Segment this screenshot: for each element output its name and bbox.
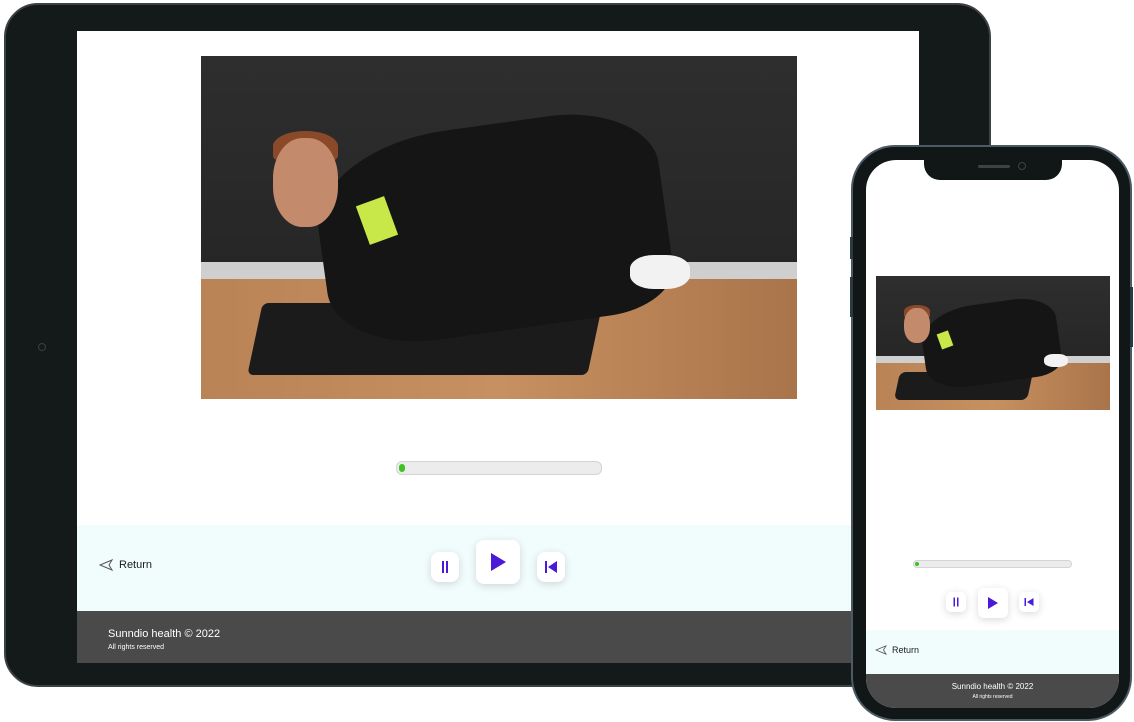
- footer-copyright: Sunndio health © 2022: [866, 682, 1119, 691]
- copyright-year: 2022: [1015, 682, 1034, 691]
- front-camera: [1018, 162, 1026, 170]
- pause-button[interactable]: [431, 552, 459, 582]
- phone-notch: [924, 160, 1062, 180]
- play-icon: [988, 597, 998, 609]
- tablet-screen: Return Sunndio health © 2022 All rights …: [77, 31, 919, 663]
- footer: Sunndio health © 2022 All rights reserve…: [77, 611, 919, 663]
- footer-rights: All rights reserved: [108, 644, 165, 651]
- skip-back-icon: [1024, 598, 1034, 606]
- play-icon: [491, 553, 506, 571]
- return-link[interactable]: Return: [875, 645, 919, 655]
- pause-button[interactable]: [946, 592, 966, 612]
- restart-button[interactable]: [537, 552, 565, 582]
- return-arrow-icon: [875, 645, 887, 655]
- return-arrow-icon: [99, 559, 113, 571]
- copyright-symbol: ©: [1007, 682, 1014, 691]
- play-button[interactable]: [476, 540, 520, 584]
- pause-icon: [442, 561, 448, 573]
- return-label: Return: [119, 559, 153, 571]
- skip-back-icon: [545, 561, 557, 573]
- copyright-year: 2022: [195, 628, 221, 640]
- control-bar: Return: [77, 525, 919, 611]
- video-progress-bar[interactable]: [396, 461, 602, 475]
- progress-fill: [915, 562, 919, 566]
- phone-screen: Return Sunndio health © 2022 All rights …: [866, 160, 1119, 708]
- company-name: Sunndio health: [951, 682, 1006, 691]
- progress-fill: [399, 464, 405, 472]
- return-label: Return: [892, 645, 920, 655]
- exercise-video[interactable]: [876, 276, 1110, 410]
- phone-power-button: [1130, 287, 1133, 347]
- phone-device: Return Sunndio health © 2022 All rights …: [850, 145, 1133, 721]
- tablet-camera: [38, 343, 46, 351]
- pause-icon: [953, 597, 959, 607]
- tablet-device: Return Sunndio health © 2022 All rights …: [4, 3, 991, 687]
- footer-rights: All rights reserved: [972, 694, 1013, 700]
- footer-copyright: Sunndio health © 2022: [108, 628, 220, 640]
- video-progress-bar[interactable]: [913, 560, 1072, 568]
- copyright-symbol: ©: [184, 628, 193, 640]
- phone-speaker: [978, 165, 1010, 168]
- return-link[interactable]: Return: [99, 559, 152, 571]
- restart-button[interactable]: [1019, 592, 1039, 612]
- phone-volume-button: [850, 237, 853, 259]
- company-name: Sunndio health: [108, 628, 182, 640]
- footer: Sunndio health © 2022 All rights reserve…: [866, 674, 1119, 708]
- phone-volume-button: [850, 277, 853, 317]
- play-button[interactable]: [978, 588, 1008, 618]
- control-bar: Return: [866, 630, 1119, 674]
- exercise-video[interactable]: [201, 56, 797, 399]
